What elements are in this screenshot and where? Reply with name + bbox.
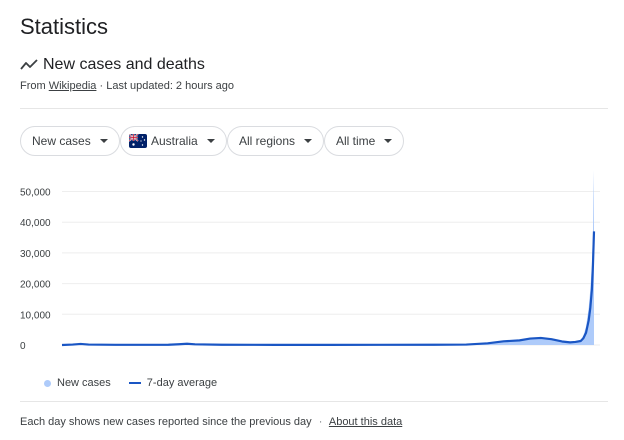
legend-average-swatch <box>128 382 141 384</box>
average-line-layer <box>61 231 596 347</box>
wikipedia-link[interactable]: Wikipedia <box>49 80 97 92</box>
source-line: From Wikipedia · Last updated: 2 hours a… <box>20 80 234 92</box>
section-title: New cases and deaths <box>43 56 205 73</box>
y-tick-label: 30,000 <box>20 249 51 260</box>
legend-new-cases: New cases <box>57 377 111 389</box>
chart-y-ticks: 0 10,000 20,000 30,000 40,000 50,000 <box>20 187 51 352</box>
region-dropdown-label: All regions <box>239 134 296 148</box>
period-dropdown-label: All time <box>336 134 376 148</box>
caret-down-icon <box>206 139 215 143</box>
about-data-link[interactable]: About this data <box>329 416 402 428</box>
seven-day-average-line <box>61 231 596 347</box>
trending-line-icon <box>20 59 38 70</box>
source-prefix: From <box>20 80 46 92</box>
legend-new-cases-swatch <box>44 379 51 387</box>
footer: Each day shows new cases reported since … <box>20 416 402 428</box>
footer-separator: · <box>318 416 323 428</box>
metric-dropdown[interactable]: New cases <box>20 126 120 156</box>
australia-flag-icon <box>129 134 147 148</box>
y-tick-label: 20,000 <box>20 280 51 291</box>
page-title: Statistics <box>20 14 109 39</box>
caret-down-icon <box>304 139 313 143</box>
caret-down-icon <box>99 139 108 143</box>
period-dropdown[interactable]: All time <box>324 126 405 156</box>
country-dropdown-label: Australia <box>151 134 198 148</box>
chart-legend: New cases 7-day average <box>44 377 217 389</box>
y-tick-label: 40,000 <box>20 218 51 229</box>
footer-note: Each day shows new cases reported since … <box>20 416 312 428</box>
region-dropdown[interactable]: All regions <box>227 126 325 156</box>
y-tick-label: 50,000 <box>20 187 51 198</box>
footer-divider <box>20 401 608 402</box>
y-tick-label: 10,000 <box>20 310 51 321</box>
y-tick-label: 0 <box>20 341 26 352</box>
last-updated: · Last updated: 2 hours ago <box>99 80 235 92</box>
caret-down-icon <box>384 139 393 143</box>
metric-dropdown-label: New cases <box>32 134 91 148</box>
cases-chart[interactable]: 0 10,000 20,000 30,000 40,000 50,000 <box>20 165 610 355</box>
chart-grid <box>62 190 600 346</box>
new-cases-bars <box>62 170 594 345</box>
legend-average: 7-day average <box>146 377 218 389</box>
new-cases-area <box>62 170 594 345</box>
country-dropdown[interactable]: Australia <box>120 126 227 156</box>
header-divider <box>20 108 608 109</box>
